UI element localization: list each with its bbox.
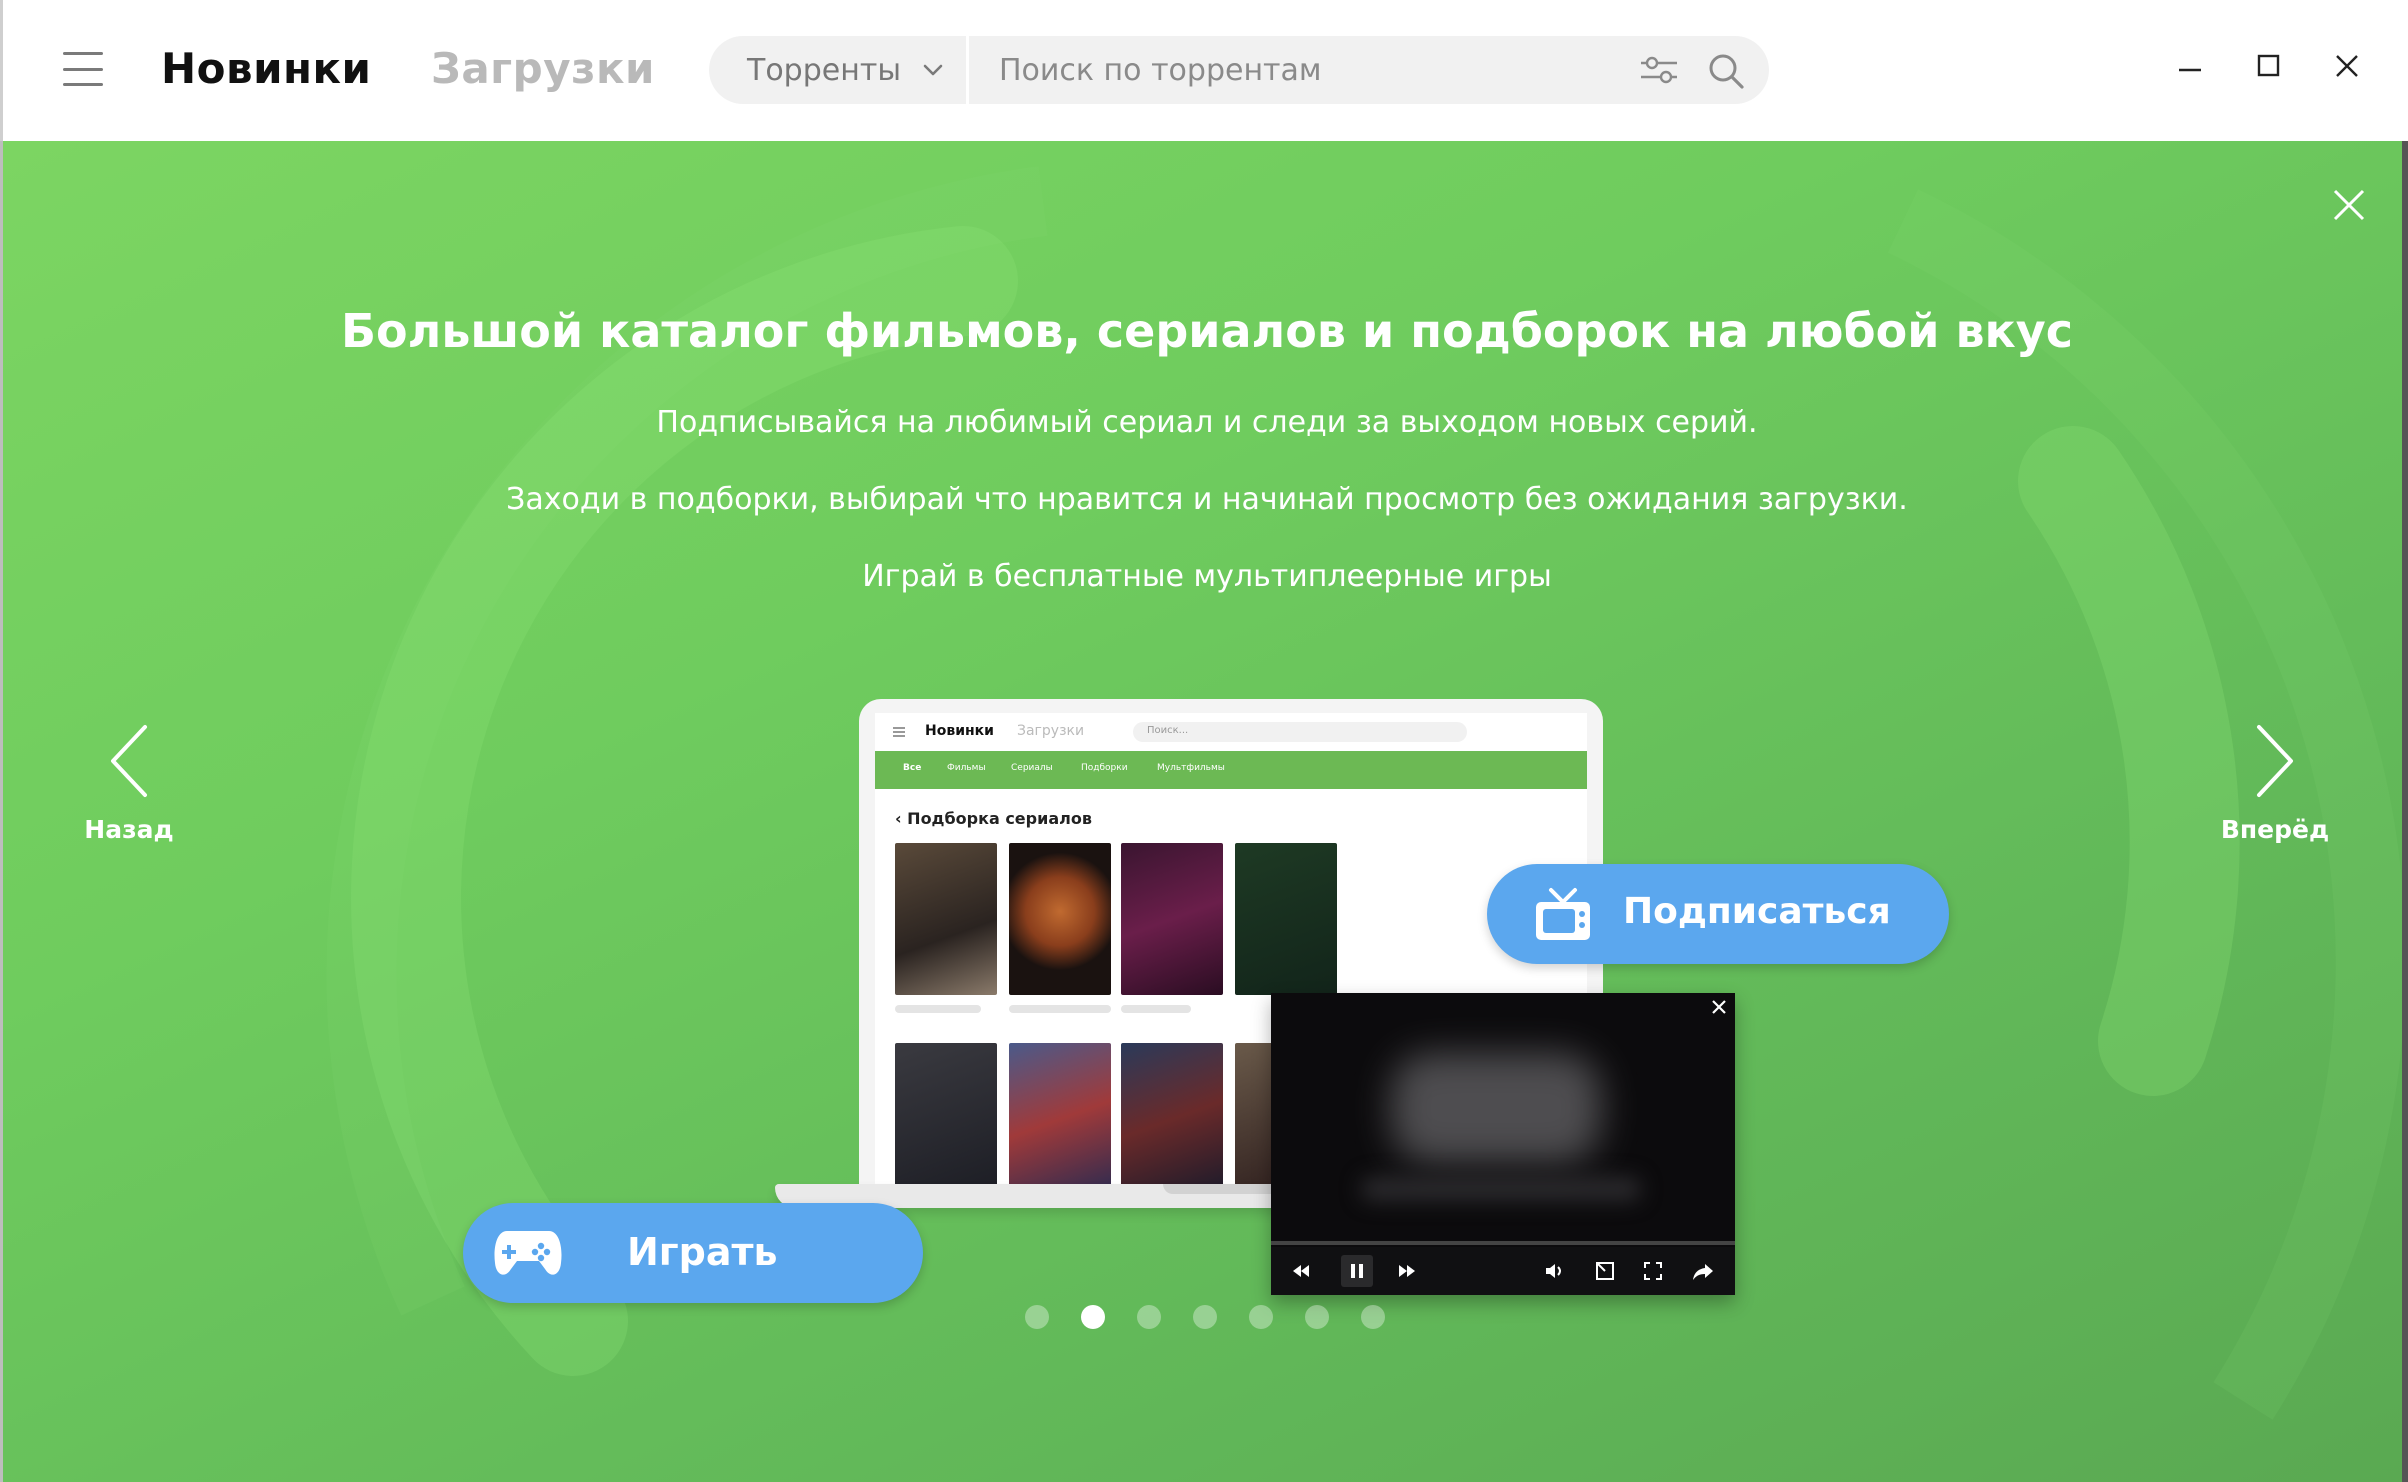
fullscreen-icon [1644, 1262, 1662, 1280]
poster-caption [895, 1005, 981, 1013]
banner-close-icon[interactable] [2329, 185, 2369, 225]
play-games-button[interactable]: Играть [463, 1203, 923, 1303]
carousel-dots [1025, 1305, 1385, 1331]
poster-7 [1121, 1043, 1223, 1187]
play-label: Играть [627, 1230, 778, 1274]
promo-banner: Большой каталог фильмов, сериалов и подб… [0, 141, 2408, 1482]
share-icon [1693, 1264, 1713, 1280]
title-bar: Новинки Загрузки Торренты [0, 0, 2408, 141]
video-frame-blur [1361, 1177, 1641, 1201]
search-input[interactable] [999, 36, 1599, 104]
video-player-preview [1271, 993, 1735, 1295]
poster-5 [895, 1043, 997, 1187]
carousel-dot[interactable] [1305, 1305, 1329, 1329]
carousel-dot[interactable] [1193, 1305, 1217, 1329]
mock-menu-icon [893, 727, 905, 737]
hamburger-menu-icon[interactable] [63, 52, 103, 86]
carousel-dot[interactable] [1137, 1305, 1161, 1329]
pause-icon [1341, 1255, 1373, 1287]
mock-header: Новинки Загрузки Поиск... [875, 713, 1587, 751]
mock-cat-series: Сериалы [1011, 763, 1053, 773]
filter-sliders-icon[interactable] [1639, 53, 1679, 87]
next-label: Вперёд [2220, 815, 2330, 844]
mock-title: Новинки [925, 723, 994, 739]
prev-label: Назад [84, 815, 174, 844]
mock-back-label: Подборка сериалов [907, 809, 1092, 828]
volume-icon [1546, 1264, 1561, 1278]
carousel-dot[interactable] [1249, 1305, 1273, 1329]
video-frame-blur [1391, 1053, 1601, 1163]
mock-cat-collections: Подборки [1081, 763, 1128, 773]
poster-6 [1009, 1043, 1111, 1187]
mock-cat-cartoons: Мультфильмы [1157, 763, 1225, 773]
next-slide-button[interactable]: Вперёд [2215, 721, 2335, 851]
tab-new[interactable]: Новинки [161, 44, 371, 93]
mock-back-link: ‹ Подборка сериалов [895, 809, 1092, 828]
poster-1 [895, 843, 997, 995]
mock-downloads: Загрузки [1017, 723, 1085, 739]
search-category-label: Торренты [747, 53, 901, 88]
mock-search-placeholder: Поиск... [1147, 725, 1189, 736]
chevron-right-icon [2257, 725, 2293, 797]
player-close-icon [1712, 1000, 1726, 1014]
fast-forward-icon [1399, 1265, 1415, 1277]
rewind-icon [1293, 1265, 1309, 1277]
mock-cat-films: Фильмы [947, 763, 986, 773]
gamepad-icon [494, 1231, 562, 1275]
carousel-dot[interactable] [1081, 1305, 1105, 1329]
prev-slide-button[interactable]: Назад [69, 721, 189, 851]
mock-category-bar: Все Фильмы Сериалы Подборки Мультфильмы [875, 751, 1587, 789]
magnifier-icon[interactable] [1707, 52, 1745, 90]
maximize-icon[interactable] [2249, 46, 2289, 86]
banner-title: Большой каталог фильмов, сериалов и подб… [340, 304, 2074, 358]
poster-2 [1009, 843, 1111, 995]
banner-line-2: Заходи в подборки, выбирай что нравится … [506, 482, 1908, 517]
subscribe-button[interactable]: Подписаться [1487, 864, 1949, 964]
mock-cat-all: Все [903, 763, 922, 773]
search-bar: Торренты [709, 36, 1769, 104]
poster-4 [1235, 843, 1337, 995]
chevron-left-icon [111, 725, 147, 797]
minimize-icon[interactable] [2171, 46, 2211, 86]
tv-icon [1536, 888, 1590, 940]
poster-3 [1121, 843, 1223, 995]
window-close-icon[interactable] [2327, 46, 2367, 86]
player-progress-bar [1271, 1241, 1735, 1245]
search-category-dropdown[interactable]: Торренты [709, 36, 969, 104]
carousel-dot[interactable] [1025, 1305, 1049, 1329]
pip-icon [1596, 1262, 1614, 1280]
poster-caption [1121, 1005, 1191, 1013]
banner-line-3: Играй в бесплатные мультиплеерные игры [862, 559, 1552, 594]
subscribe-label: Подписаться [1623, 891, 1891, 932]
tab-downloads[interactable]: Загрузки [431, 44, 655, 93]
carousel-dot[interactable] [1361, 1305, 1385, 1329]
player-controls [1271, 1247, 1735, 1295]
banner-line-1: Подписывайся на любимый сериал и следи з… [656, 405, 1758, 440]
poster-caption [1009, 1005, 1111, 1013]
mock-search: Поиск... [1133, 722, 1467, 742]
chevron-down-icon [923, 64, 943, 76]
